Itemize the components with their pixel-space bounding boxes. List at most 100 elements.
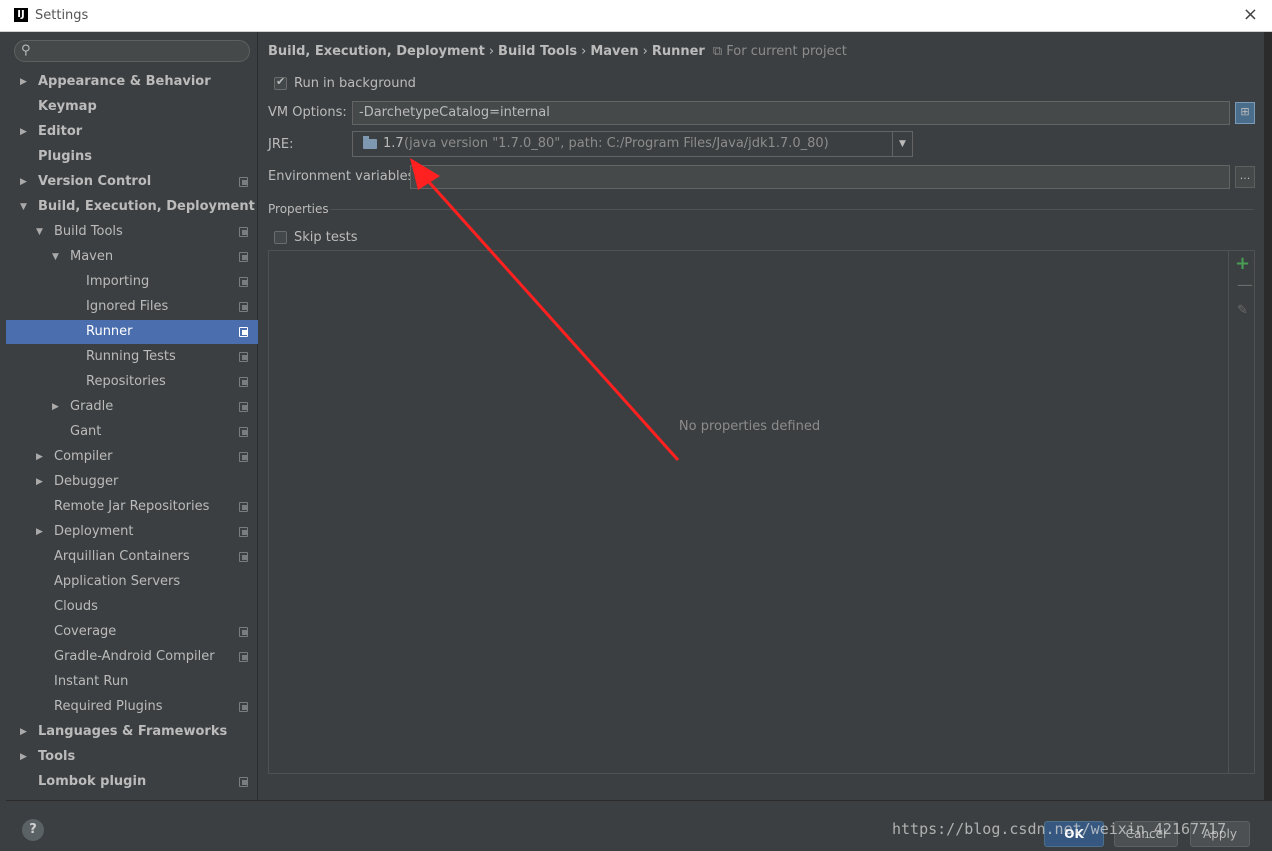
- chevron-right-icon[interactable]: ▶: [20, 745, 27, 769]
- project-scope-icon: [239, 302, 248, 312]
- sidebar-item-label: Required Plugins: [54, 699, 163, 714]
- sidebar-item-label: Maven: [70, 249, 114, 264]
- run-in-background-label[interactable]: Run in background: [294, 76, 416, 91]
- chevron-right-icon[interactable]: ▶: [20, 720, 27, 744]
- jre-version: 1.7: [383, 136, 404, 151]
- project-scope-icon: [239, 627, 248, 637]
- help-icon[interactable]: ?: [22, 819, 44, 841]
- jre-combobox[interactable]: 1.7 (java version "1.7.0_80", path: C:/P…: [352, 131, 913, 157]
- sidebar-item-clouds[interactable]: Clouds: [6, 595, 258, 619]
- chevron-right-icon[interactable]: ▶: [20, 120, 27, 144]
- sidebar-item-languages-frameworks[interactable]: ▶ Languages & Frameworks: [6, 720, 258, 744]
- section-divider: [330, 209, 1254, 210]
- sidebar-item-repositories[interactable]: Repositories: [6, 370, 258, 394]
- sidebar-item-label: Languages & Frameworks: [38, 724, 228, 739]
- sidebar-item-label: Clouds: [54, 599, 98, 614]
- sidebar-item-keymap[interactable]: Keymap: [6, 95, 258, 119]
- chevron-down-icon[interactable]: ▼: [52, 245, 59, 269]
- project-scope-icon: [239, 452, 248, 462]
- jre-detail: (java version "1.7.0_80", path: C:/Progr…: [404, 136, 829, 151]
- sidebar-item-label: Debugger: [54, 474, 119, 489]
- sidebar-item-label: Remote Jar Repositories: [54, 499, 210, 514]
- sidebar-item-runner[interactable]: Runner: [6, 320, 258, 344]
- expand-icon[interactable]: ⊞: [1235, 102, 1255, 124]
- scope-text: For current project: [726, 44, 847, 59]
- search-input[interactable]: ⚲: [14, 40, 250, 62]
- sidebar-item-remote-jar-repositories[interactable]: Remote Jar Repositories: [6, 495, 258, 519]
- project-scope-icon: [239, 777, 248, 787]
- properties-table[interactable]: No properties defined: [268, 250, 1229, 774]
- sidebar-item-instant-run[interactable]: Instant Run: [6, 670, 258, 694]
- search-icon: ⚲: [21, 43, 31, 58]
- env-variables-field[interactable]: [410, 165, 1230, 189]
- sidebar-item-gradle-android-compiler[interactable]: Gradle-Android Compiler: [6, 645, 258, 669]
- sidebar-item-gradle[interactable]: ▶ Gradle: [6, 395, 258, 419]
- chevron-down-icon[interactable]: ▼: [36, 220, 43, 244]
- chevron-right-icon[interactable]: ▶: [20, 170, 27, 194]
- sidebar-item-label: Repositories: [86, 374, 166, 389]
- sidebar-item-ignored-files[interactable]: Ignored Files: [6, 295, 258, 319]
- vm-options-field[interactable]: -DarchetypeCatalog=internal: [352, 101, 1230, 125]
- sidebar-item-debugger[interactable]: ▶ Debugger: [6, 470, 258, 494]
- breadcrumb: Build, Execution, Deployment › Build Tools…: [268, 44, 847, 62]
- sidebar-item-gant[interactable]: Gant: [6, 420, 258, 444]
- sidebar-item-build-execution-deployment[interactable]: ▼ Build, Execution, Deployment: [6, 195, 258, 219]
- sidebar-item-label: Runner: [86, 324, 133, 339]
- project-scope-icon: [239, 702, 248, 712]
- chevron-down-icon[interactable]: ▼: [892, 132, 912, 156]
- intellij-icon: IJ: [14, 8, 28, 22]
- sidebar-item-importing[interactable]: Importing: [6, 270, 258, 294]
- sidebar-item-label: Running Tests: [86, 349, 176, 364]
- sidebar-item-version-control[interactable]: ▶ Version Control: [6, 170, 258, 194]
- sidebar-item-label: Ignored Files: [86, 299, 169, 314]
- env-variables-label: Environment variables:: [268, 169, 419, 184]
- chevron-right-icon[interactable]: ▶: [36, 520, 43, 544]
- sidebar-item-label: Deployment: [54, 524, 134, 539]
- sidebar-item-label: Tools: [38, 749, 76, 764]
- properties-toolbar: + — ✎: [1229, 250, 1255, 774]
- sidebar-item-compiler[interactable]: ▶ Compiler: [6, 445, 258, 469]
- sidebar-item-maven[interactable]: ▼ Maven: [6, 245, 258, 269]
- chevron-down-icon[interactable]: ▼: [20, 195, 27, 219]
- sidebar-item-lombok-plugin[interactable]: Lombok plugin: [6, 770, 258, 794]
- sidebar-item-required-plugins[interactable]: Required Plugins: [6, 695, 258, 719]
- skip-tests-label[interactable]: Skip tests: [294, 230, 358, 245]
- sidebar-item-label: Version Control: [38, 174, 152, 189]
- sidebar-item-label: Keymap: [38, 99, 97, 114]
- add-icon[interactable]: +: [1235, 253, 1250, 274]
- sidebar-item-label: Build Tools: [54, 224, 123, 239]
- sidebar-item-label: Appearance & Behavior: [38, 74, 211, 89]
- run-in-background-checkbox[interactable]: [274, 75, 287, 90]
- sidebar-item-editor[interactable]: ▶ Editor: [6, 120, 258, 144]
- sidebar-item-coverage[interactable]: Coverage: [6, 620, 258, 644]
- window-edge: [1264, 32, 1272, 851]
- remove-icon[interactable]: —: [1237, 275, 1253, 294]
- breadcrumb-item[interactable]: Maven: [590, 44, 638, 59]
- sidebar-item-arquillian-containers[interactable]: Arquillian Containers: [6, 545, 258, 569]
- sidebar-item-build-tools[interactable]: ▼ Build Tools: [6, 220, 258, 244]
- chevron-right-icon[interactable]: ▶: [52, 395, 59, 419]
- sidebar-item-deployment[interactable]: ▶ Deployment: [6, 520, 258, 544]
- sidebar-item-label: Plugins: [38, 149, 92, 164]
- sidebar-item-tools[interactable]: ▶ Tools: [6, 745, 258, 769]
- sidebar-item-label: Build, Execution, Deployment: [38, 199, 255, 214]
- browse-button[interactable]: ...: [1235, 166, 1255, 188]
- project-scope-icon: [239, 377, 248, 387]
- close-icon[interactable]: ×: [1243, 6, 1258, 24]
- breadcrumb-item[interactable]: Build Tools: [498, 44, 577, 59]
- sidebar-item-plugins[interactable]: Plugins: [6, 145, 258, 169]
- chevron-right-icon[interactable]: ▶: [36, 470, 43, 494]
- project-scope-icon: [239, 352, 248, 362]
- breadcrumb-item[interactable]: Build, Execution, Deployment: [268, 44, 485, 59]
- project-scope-icon: [239, 277, 248, 287]
- sidebar-item-label: Editor: [38, 124, 83, 139]
- chevron-right-icon[interactable]: ▶: [36, 445, 43, 469]
- edit-icon[interactable]: ✎: [1237, 303, 1248, 318]
- chevron-right-icon[interactable]: ▶: [20, 70, 27, 94]
- sidebar-item-appearance-behavior[interactable]: ▶ Appearance & Behavior: [6, 70, 258, 94]
- skip-tests-checkbox[interactable]: [274, 231, 287, 244]
- sidebar-item-running-tests[interactable]: Running Tests: [6, 345, 258, 369]
- runner-panel: Build, Execution, Deployment › Build Tools…: [258, 32, 1264, 800]
- sidebar-item-application-servers[interactable]: Application Servers: [6, 570, 258, 594]
- sidebar-item-label: Gradle-Android Compiler: [54, 649, 215, 664]
